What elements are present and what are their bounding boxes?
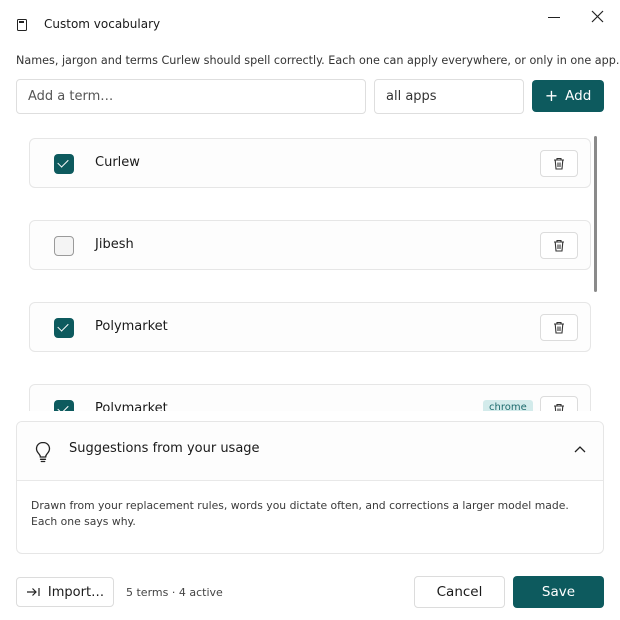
intro-text: Names, jargon and terms Curlew should sp… <box>16 54 620 67</box>
delete-button[interactable] <box>540 150 578 177</box>
minimize-icon <box>548 16 560 18</box>
lightbulb-icon <box>35 441 51 463</box>
minimize-button[interactable] <box>544 6 564 26</box>
term-count: 5 terms · 4 active <box>126 586 223 599</box>
suggestions-panel: Suggestions from your usage Drawn from y… <box>16 421 604 554</box>
scope-select[interactable]: all apps <box>374 79 524 114</box>
term-label: Curlew <box>95 155 140 170</box>
term-checkbox[interactable] <box>54 318 74 338</box>
notebook-icon <box>17 19 27 31</box>
trash-icon <box>554 157 564 170</box>
save-button[interactable]: Save <box>513 576 604 608</box>
trash-icon <box>554 321 564 334</box>
import-arrow-icon <box>26 588 40 596</box>
window-title: Custom vocabulary <box>44 17 161 31</box>
term-checkbox[interactable] <box>54 236 74 256</box>
delete-button[interactable] <box>540 232 578 259</box>
term-row: Curlew <box>29 138 591 188</box>
close-icon <box>591 10 603 22</box>
close-button[interactable] <box>587 6 607 26</box>
term-list[interactable]: Curlew Jibesh Polymarket Polymarket chro… <box>16 124 604 411</box>
term-row: Polymarket <box>29 302 591 352</box>
suggestions-title: Suggestions from your usage <box>69 441 260 456</box>
cancel-button[interactable]: Cancel <box>414 576 505 608</box>
import-button[interactable]: Import… <box>16 577 114 607</box>
chevron-up-icon[interactable] <box>574 445 586 453</box>
suggestions-description: Drawn from your replacement rules, words… <box>31 499 569 528</box>
term-checkbox[interactable] <box>54 154 74 174</box>
term-label: Jibesh <box>95 237 134 252</box>
term-row: Jibesh <box>29 220 591 270</box>
trash-icon <box>554 239 564 252</box>
suggestions-header[interactable]: Suggestions from your usage <box>17 422 603 481</box>
plus-icon: + <box>544 86 559 105</box>
trash-icon <box>554 403 564 411</box>
title-bar: Custom vocabulary <box>0 0 620 50</box>
term-checkbox[interactable] <box>54 400 74 411</box>
scope-chip: chrome <box>483 400 533 411</box>
term-label: Polymarket <box>95 319 168 334</box>
add-button-label: Add <box>565 88 592 104</box>
add-term-input[interactable] <box>16 79 366 114</box>
import-label: Import… <box>47 584 105 600</box>
delete-button[interactable] <box>540 396 578 411</box>
list-scrollbar[interactable] <box>594 136 597 292</box>
add-button[interactable]: + Add <box>532 80 604 112</box>
term-row: Polymarket chrome <box>29 384 591 411</box>
delete-button[interactable] <box>540 314 578 341</box>
term-label: Polymarket <box>95 401 168 411</box>
